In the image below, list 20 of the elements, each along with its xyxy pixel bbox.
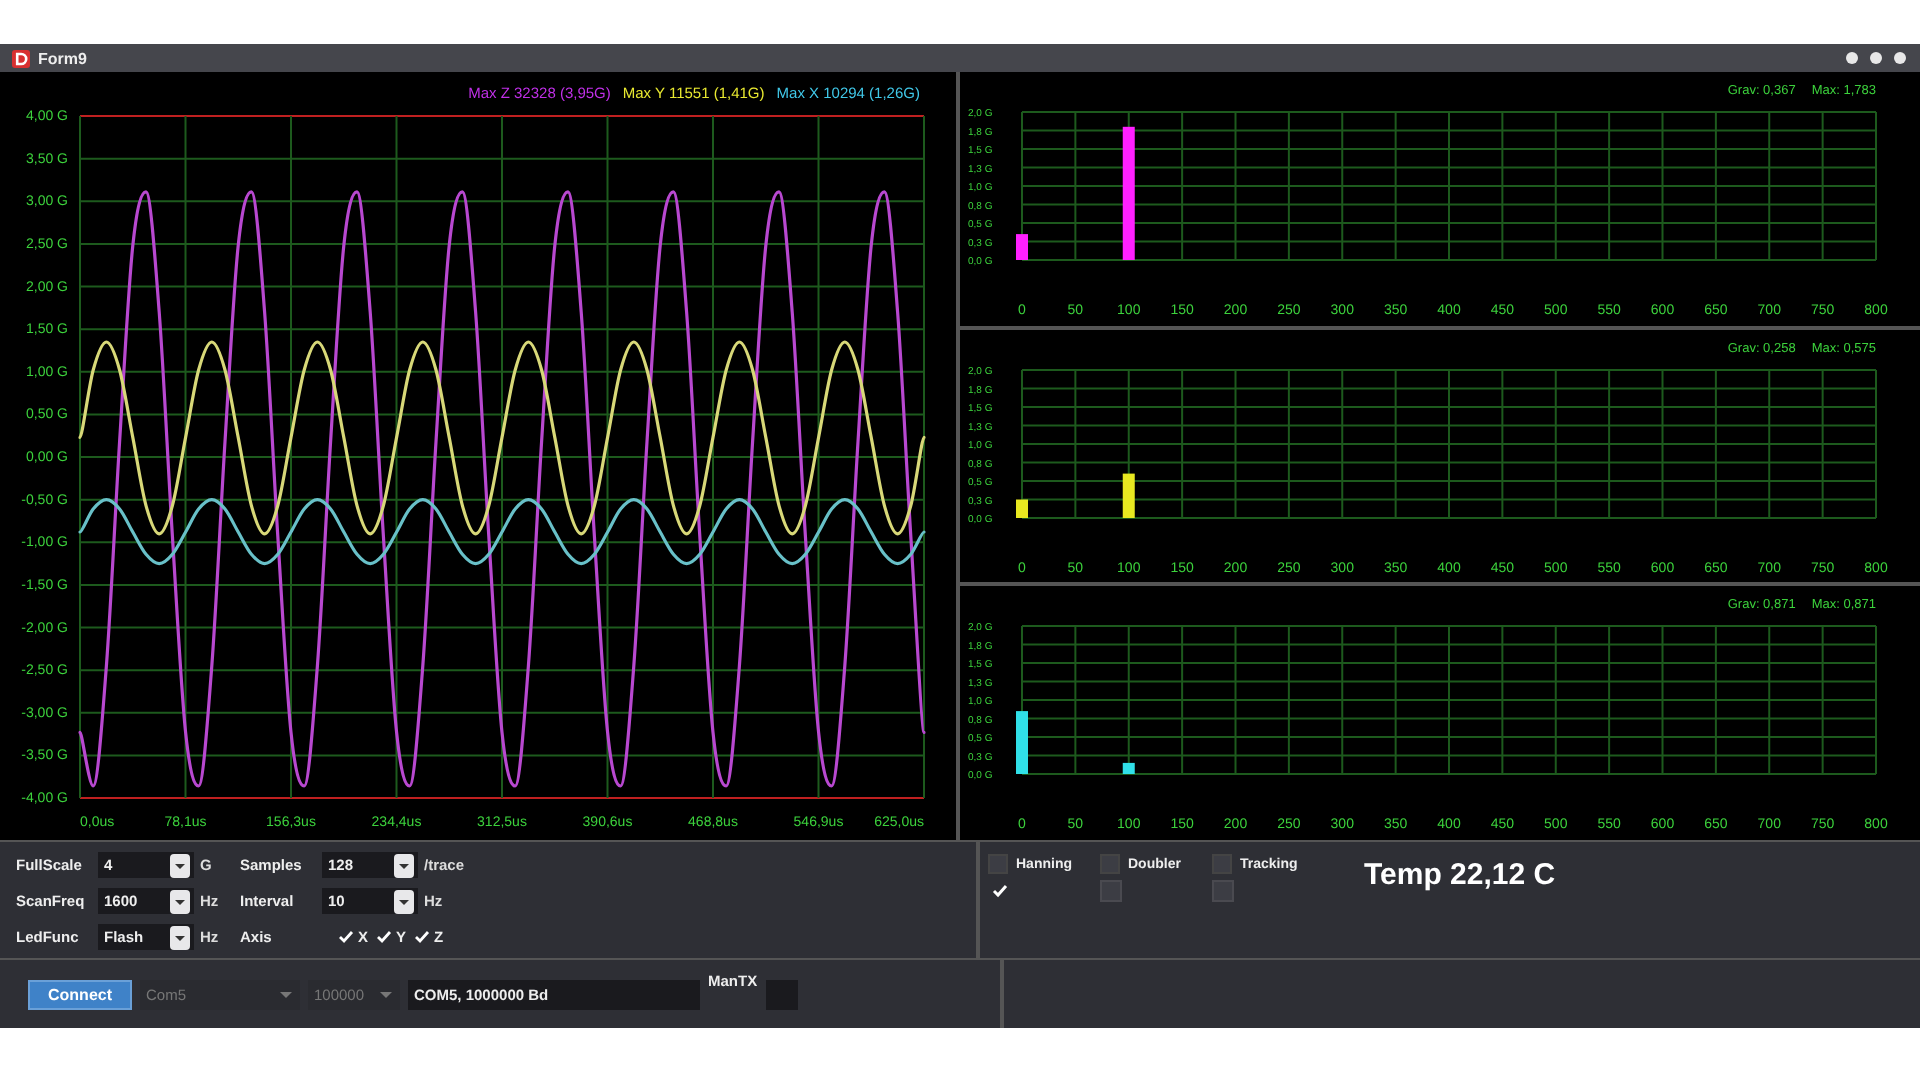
caret-icon bbox=[170, 925, 190, 949]
spectrum-bar bbox=[1122, 126, 1135, 260]
caret-icon bbox=[170, 853, 190, 877]
more-icon[interactable] bbox=[1844, 50, 1908, 66]
caret-icon bbox=[170, 889, 190, 913]
option-checkbox[interactable] bbox=[1100, 880, 1122, 902]
caret-icon bbox=[378, 986, 394, 1002]
caret-icon bbox=[394, 889, 414, 913]
caret-icon bbox=[394, 853, 414, 877]
option-checkbox[interactable] bbox=[1212, 880, 1234, 902]
caret-icon bbox=[278, 986, 294, 1002]
spectrum-bar bbox=[1016, 498, 1028, 518]
app-icon bbox=[12, 49, 30, 67]
window-title: Form9 bbox=[38, 49, 87, 67]
spectrum-bar bbox=[1016, 711, 1028, 775]
connect-button[interactable]: Connect bbox=[28, 979, 132, 1009]
spectrum-bar bbox=[1122, 472, 1135, 518]
spectrum-bar bbox=[1016, 234, 1028, 260]
temperature-readout: Temp 22,12 C bbox=[1364, 858, 1556, 896]
spectrum-bar bbox=[1122, 763, 1135, 775]
